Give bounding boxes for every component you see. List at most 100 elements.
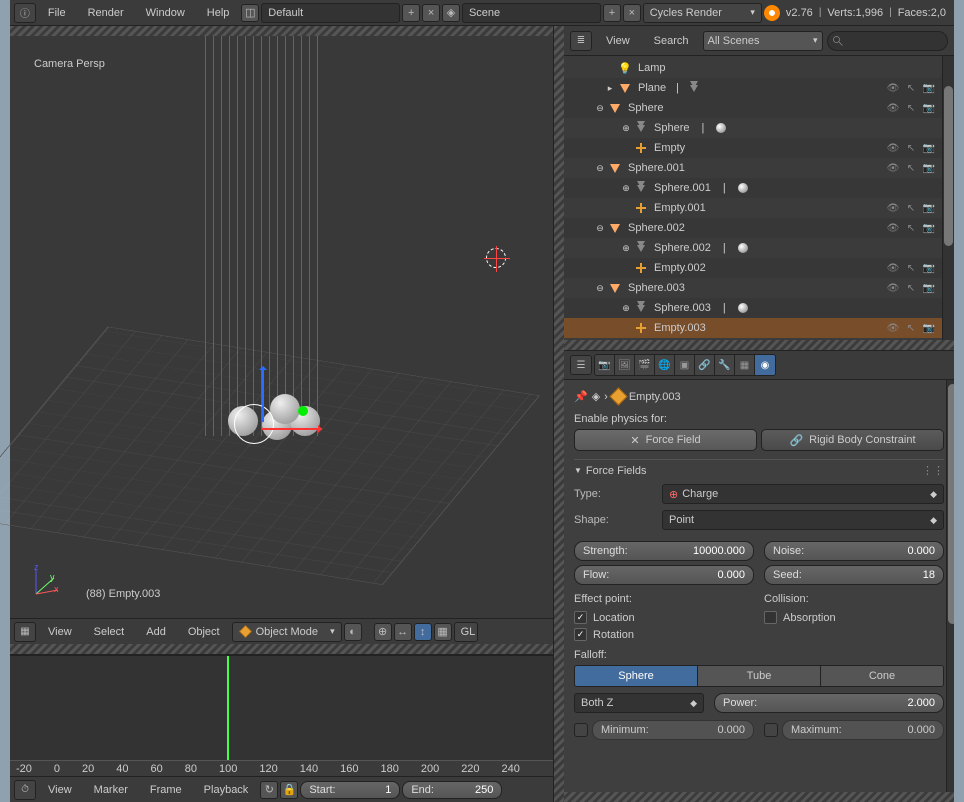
falloff-sphere-tab[interactable]: Sphere <box>575 666 698 686</box>
screen-layout-select[interactable]: Default <box>261 3 400 23</box>
renderable-icon[interactable]: 📷 <box>922 281 936 295</box>
area-splitter[interactable] <box>564 792 954 802</box>
select-menu[interactable]: Select <box>84 622 135 642</box>
renderable-icon[interactable]: 📷 <box>922 101 936 115</box>
editor-type-properties-icon[interactable]: ☰ <box>570 355 592 375</box>
layers-icon[interactable]: ▦ <box>434 623 452 641</box>
manipulator-y-axis[interactable] <box>298 406 308 416</box>
scrollbar-thumb[interactable] <box>948 384 954 624</box>
scrollbar[interactable] <box>946 380 954 792</box>
outliner-row[interactable]: Empty.003👁↖📷 <box>564 318 954 338</box>
strength-field[interactable]: Strength:10000.000 <box>574 541 754 561</box>
outliner-display-mode[interactable]: All Scenes▾ <box>703 31 823 51</box>
rotation-checkbox[interactable]: ✓ <box>574 628 587 641</box>
force-fields-panel-header[interactable]: ▼Force Fields⋮⋮ <box>574 459 944 481</box>
outliner-row[interactable]: Empty.002👁↖📷 <box>564 258 954 278</box>
render-tab-icon[interactable]: 📷 <box>595 355 615 375</box>
selectable-icon[interactable]: ↖ <box>904 221 918 235</box>
selectable-icon[interactable]: ↖ <box>904 261 918 275</box>
manipulator-translate-icon[interactable]: ↕ <box>414 623 432 641</box>
outliner-row[interactable]: ⊖Sphere.001👁↖📷 <box>564 158 954 178</box>
expand-icon[interactable]: ⊕ <box>620 242 632 254</box>
add-menu[interactable]: Add <box>136 622 176 642</box>
start-frame-field[interactable]: Start:1 <box>300 781 400 799</box>
outliner-tree[interactable]: 💡Lamp▸Plane|👁↖📷⊖Sphere👁↖📷⊕Sphere|Empty👁↖… <box>564 56 954 340</box>
pin-icon[interactable]: 📌 <box>574 390 588 403</box>
scene-browse-icon[interactable]: ◈ <box>442 4 460 22</box>
visibility-icon[interactable]: 👁 <box>886 161 900 175</box>
sphere-object[interactable] <box>270 394 300 424</box>
outliner-row[interactable]: ⊕Sphere.003| <box>564 298 954 318</box>
timeline-playback-menu[interactable]: Playback <box>194 780 259 800</box>
scene-select[interactable]: Scene <box>462 3 601 23</box>
noise-field[interactable]: Noise:0.000 <box>764 541 944 561</box>
expand-icon[interactable]: ⊕ <box>620 122 632 134</box>
selectable-icon[interactable]: ↖ <box>904 141 918 155</box>
data-tab-icon[interactable]: ▦ <box>735 355 755 375</box>
visibility-icon[interactable]: 👁 <box>886 81 900 95</box>
view-menu[interactable]: View <box>38 622 82 642</box>
lock-range-icon[interactable]: 🔒 <box>280 781 298 799</box>
outliner-row[interactable]: ⊕Sphere.002| <box>564 238 954 258</box>
layout-add-icon[interactable]: + <box>402 4 420 22</box>
area-splitter[interactable] <box>10 26 553 36</box>
orientation-select[interactable]: GL <box>454 622 478 642</box>
renderable-icon[interactable]: 📷 <box>922 141 936 155</box>
editor-type-info-icon[interactable]: ⓘ <box>14 3 36 23</box>
world-tab-icon[interactable]: 🌐 <box>655 355 675 375</box>
collapse-icon[interactable]: ⊖ <box>594 222 606 234</box>
maximum-field[interactable]: Maximum:0.000 <box>782 720 944 740</box>
modifiers-tab-icon[interactable]: 🔧 <box>715 355 735 375</box>
outliner-row[interactable]: 💡Lamp <box>564 58 954 78</box>
use-min-checkbox[interactable] <box>574 723 588 737</box>
location-checkbox[interactable]: ✓ <box>574 611 587 624</box>
layout-remove-icon[interactable]: × <box>422 4 440 22</box>
selectable-icon[interactable]: ↖ <box>904 201 918 215</box>
z-direction-select[interactable]: Both Z◆ <box>574 693 704 713</box>
renderable-icon[interactable]: 📷 <box>922 321 936 335</box>
outliner-view-menu[interactable]: View <box>596 31 640 51</box>
area-splitter[interactable] <box>564 340 954 350</box>
visibility-icon[interactable]: 👁 <box>886 281 900 295</box>
menu-file[interactable]: File <box>38 3 76 23</box>
object-tab-icon[interactable]: ▣ <box>675 355 695 375</box>
renderable-icon[interactable]: 📷 <box>922 81 936 95</box>
area-splitter[interactable] <box>10 644 553 654</box>
expand-icon[interactable]: ▸ <box>604 82 616 94</box>
scene-add-icon[interactable]: + <box>603 4 621 22</box>
physics-tab-icon[interactable]: ◉ <box>755 355 775 375</box>
outliner-row[interactable]: ▸Plane|👁↖📷 <box>564 78 954 98</box>
renderable-icon[interactable]: 📷 <box>922 201 936 215</box>
3d-viewport[interactable]: Camera Persp z y x <box>10 36 553 618</box>
layout-split-icon[interactable]: ◫ <box>241 4 259 22</box>
absorption-checkbox[interactable]: ✓ <box>764 611 777 624</box>
scene-tab-icon[interactable]: 🎬 <box>635 355 655 375</box>
selectable-icon[interactable]: ↖ <box>904 161 918 175</box>
scrollbar-thumb[interactable] <box>944 86 953 246</box>
editor-type-outliner-icon[interactable]: ≣ <box>570 31 592 51</box>
visibility-icon[interactable]: 👁 <box>886 221 900 235</box>
falloff-tube-tab[interactable]: Tube <box>698 666 821 686</box>
collapse-icon[interactable]: ⊖ <box>594 162 606 174</box>
outliner-row[interactable]: Empty👁↖📷 <box>564 138 954 158</box>
render-engine-select[interactable]: Cycles Render▾ <box>643 3 762 23</box>
sync-mode-icon[interactable]: ↻ <box>260 781 278 799</box>
visibility-icon[interactable]: 👁 <box>886 321 900 335</box>
3d-cursor[interactable] <box>486 248 506 268</box>
outliner-row[interactable]: ⊕Sphere.001| <box>564 178 954 198</box>
falloff-cone-tab[interactable]: Cone <box>821 666 943 686</box>
timeline-frame-menu[interactable]: Frame <box>140 780 192 800</box>
object-menu[interactable]: Object <box>178 622 230 642</box>
end-frame-field[interactable]: End:250 <box>402 781 502 799</box>
rigid-body-constraint-button[interactable]: 🔗Rigid Body Constraint <box>761 429 944 451</box>
menu-help[interactable]: Help <box>197 3 240 23</box>
scene-remove-icon[interactable]: × <box>623 4 641 22</box>
selectable-icon[interactable]: ↖ <box>904 101 918 115</box>
outliner-search-input[interactable] <box>827 31 948 51</box>
outliner-row[interactable]: Empty.001👁↖📷 <box>564 198 954 218</box>
shape-select[interactable]: Point◆ <box>662 510 944 530</box>
renderable-icon[interactable]: 📷 <box>922 221 936 235</box>
collapse-icon[interactable]: ⊖ <box>594 102 606 114</box>
outliner-row[interactable]: ⊖Sphere.002👁↖📷 <box>564 218 954 238</box>
scrollbar[interactable] <box>942 56 954 340</box>
